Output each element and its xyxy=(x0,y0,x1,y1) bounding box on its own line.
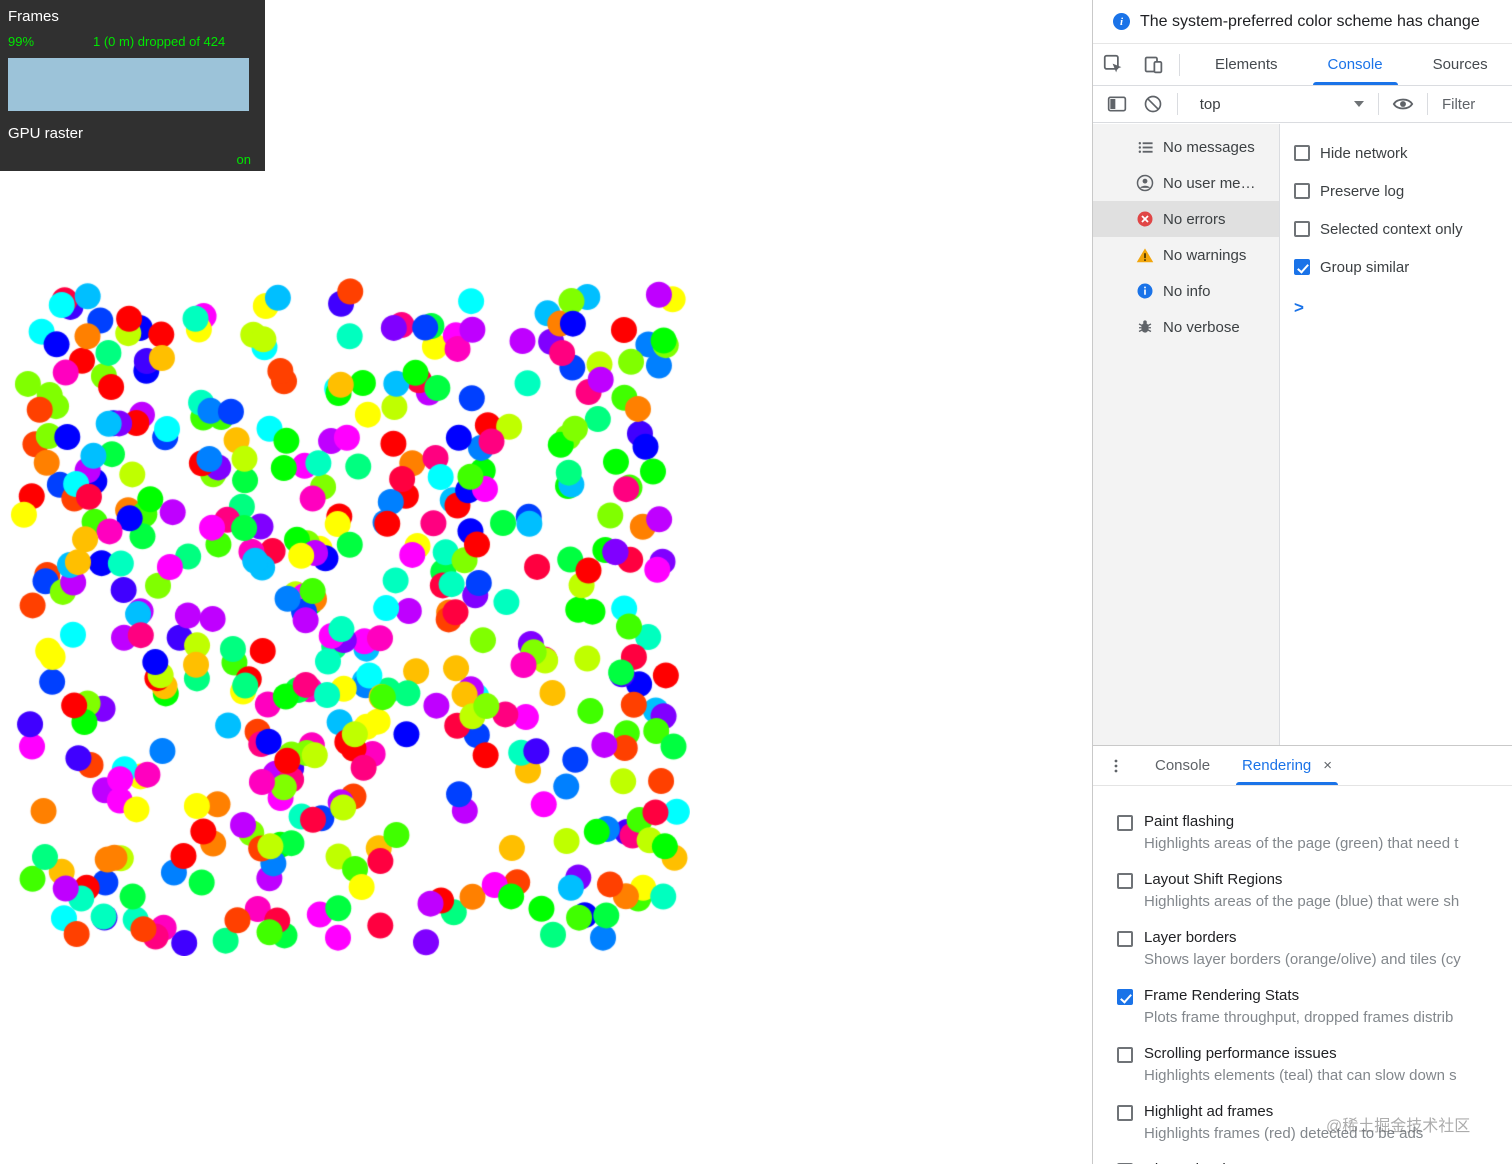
option-preserve-log[interactable]: Preserve log xyxy=(1294,172,1512,210)
option-title: Layer borders xyxy=(1144,929,1461,946)
option-description: Highlights frames (red) detected to be a… xyxy=(1144,1125,1423,1142)
page: Frames 99% 1 (0 m) dropped of 424 GPU ra… xyxy=(0,0,1512,1164)
user-icon xyxy=(1136,174,1154,192)
inspect-element-button[interactable] xyxy=(1093,44,1133,85)
sidebar-item-label: No user me… xyxy=(1163,175,1256,192)
layout-shift-checkbox[interactable] xyxy=(1117,873,1133,889)
message-list-icon xyxy=(1136,138,1154,156)
rendering-option-frame-rendering-stats[interactable]: Frame Rendering Stats Plots frame throug… xyxy=(1093,978,1512,1036)
console-body: No messages No user me… No errors xyxy=(1093,124,1512,745)
option-label: Hide network xyxy=(1320,145,1408,162)
toolbar-separator-3 xyxy=(1427,93,1428,115)
live-expression-eye-button[interactable] xyxy=(1385,93,1421,115)
rendering-option-hit-test-borders[interactable]: Hit-test borders xyxy=(1093,1152,1512,1164)
sidebar-item-label: No verbose xyxy=(1163,319,1240,336)
highlight-ad-frames-checkbox[interactable] xyxy=(1117,1105,1133,1121)
sidebar-item-no-messages[interactable]: No messages xyxy=(1093,129,1279,165)
devtools-panel: i The system-preferred color scheme has … xyxy=(1092,0,1512,1164)
sidebar-item-label: No errors xyxy=(1163,211,1226,228)
console-settings-pane: Hide network Preserve log Selected conte… xyxy=(1280,124,1512,745)
drawer-tabbar: Console Rendering × xyxy=(1093,746,1512,786)
option-label: Preserve log xyxy=(1320,183,1404,200)
drawer-menu-icon[interactable] xyxy=(1093,746,1139,785)
drawer-tab-label: Rendering xyxy=(1242,757,1311,774)
preserve-log-checkbox[interactable] xyxy=(1294,183,1310,199)
chevron-down-icon xyxy=(1354,101,1364,107)
device-toolbar-button[interactable] xyxy=(1133,44,1173,85)
context-value: top xyxy=(1200,96,1221,113)
frames-dropped: 1 (0 m) dropped of 424 xyxy=(93,34,225,49)
rendering-option-layer-borders[interactable]: Layer borders Shows layer borders (orang… xyxy=(1093,920,1512,978)
option-description: Highlights areas of the page (blue) that… xyxy=(1144,893,1459,910)
toolbar-separator-2 xyxy=(1378,93,1379,115)
infobar: i The system-preferred color scheme has … xyxy=(1093,0,1512,44)
sidebar-item-no-errors[interactable]: No errors xyxy=(1093,201,1279,237)
sidebar-item-no-user-messages[interactable]: No user me… xyxy=(1093,165,1279,201)
selected-context-checkbox[interactable] xyxy=(1294,221,1310,237)
gpu-raster-state: on xyxy=(237,152,251,167)
option-title: Highlight ad frames xyxy=(1144,1103,1423,1120)
option-description: Highlights elements (teal) that can slow… xyxy=(1144,1067,1457,1084)
gpu-raster-label: GPU raster xyxy=(8,125,257,142)
sidebar-item-no-verbose[interactable]: No verbose xyxy=(1093,309,1279,345)
console-filter-input[interactable] xyxy=(1442,96,1512,113)
frames-stats-overlay: Frames 99% 1 (0 m) dropped of 424 GPU ra… xyxy=(0,0,265,171)
clear-console-button[interactable] xyxy=(1135,94,1171,114)
option-selected-context-only[interactable]: Selected context only xyxy=(1294,210,1512,248)
option-title: Layout Shift Regions xyxy=(1144,871,1459,888)
rendering-options-list: Paint flashing Highlights areas of the p… xyxy=(1093,786,1512,1164)
hide-network-checkbox[interactable] xyxy=(1294,145,1310,161)
frames-stats-row: 99% 1 (0 m) dropped of 424 xyxy=(8,34,257,49)
option-group-similar[interactable]: Group similar xyxy=(1294,248,1512,286)
console-prompt-chevron-icon[interactable]: > xyxy=(1294,298,1512,318)
frame-rendering-stats-checkbox[interactable] xyxy=(1117,989,1133,1005)
tab-sources[interactable]: Sources xyxy=(1412,44,1509,85)
scrolling-performance-checkbox[interactable] xyxy=(1117,1047,1133,1063)
paint-flashing-checkbox[interactable] xyxy=(1117,815,1133,831)
option-description: Plots frame throughput, dropped frames d… xyxy=(1144,1009,1453,1026)
option-description: Shows layer borders (orange/olive) and t… xyxy=(1144,951,1461,968)
frames-chart xyxy=(8,58,249,111)
javascript-context-selector[interactable]: top xyxy=(1192,96,1372,113)
rendering-option-paint-flashing[interactable]: Paint flashing Highlights areas of the p… xyxy=(1093,804,1512,862)
console-toolbar: top xyxy=(1093,86,1512,123)
sidebar-item-label: No warnings xyxy=(1163,247,1246,264)
warning-icon xyxy=(1136,246,1154,264)
sidebar-item-label: No messages xyxy=(1163,139,1255,156)
frames-title: Frames xyxy=(8,8,257,25)
layer-borders-checkbox[interactable] xyxy=(1117,931,1133,947)
option-title: Scrolling performance issues xyxy=(1144,1045,1457,1062)
devtools-drawer: Console Rendering × Paint flashing Highl… xyxy=(1093,745,1512,1164)
sidebar-item-no-info[interactable]: No info xyxy=(1093,273,1279,309)
rendering-option-scrolling-performance[interactable]: Scrolling performance issues Highlights … xyxy=(1093,1036,1512,1094)
option-title: Paint flashing xyxy=(1144,813,1458,830)
drawer-tab-rendering[interactable]: Rendering × xyxy=(1226,746,1348,785)
confetti-canvas xyxy=(8,278,690,956)
toolbar-separator xyxy=(1177,93,1178,115)
option-description: Highlights areas of the page (green) tha… xyxy=(1144,835,1458,852)
option-title: Frame Rendering Stats xyxy=(1144,987,1453,1004)
close-icon[interactable]: × xyxy=(1323,757,1332,774)
tab-elements[interactable]: Elements xyxy=(1194,44,1299,85)
drawer-tab-console[interactable]: Console xyxy=(1139,746,1226,785)
verbose-bug-icon xyxy=(1136,318,1154,336)
infobar-message: The system-preferred color scheme has ch… xyxy=(1140,13,1480,31)
option-label: Group similar xyxy=(1320,259,1409,276)
tab-console[interactable]: Console xyxy=(1307,44,1404,85)
devtools-tabbar: Elements Console Sources xyxy=(1093,44,1512,86)
console-sidebar-toggle-icon[interactable] xyxy=(1099,94,1135,114)
rendering-option-highlight-ad-frames[interactable]: Highlight ad frames Highlights frames (r… xyxy=(1093,1094,1512,1152)
error-icon xyxy=(1136,210,1154,228)
sidebar-item-no-warnings[interactable]: No warnings xyxy=(1093,237,1279,273)
info-icon: i xyxy=(1113,13,1130,30)
option-hide-network[interactable]: Hide network xyxy=(1294,134,1512,172)
console-sidebar: No messages No user me… No errors xyxy=(1093,124,1280,745)
rendering-option-layout-shift[interactable]: Layout Shift Regions Highlights areas of… xyxy=(1093,862,1512,920)
info-icon-small xyxy=(1136,282,1154,300)
tabbar-separator xyxy=(1179,54,1180,76)
group-similar-checkbox[interactable] xyxy=(1294,259,1310,275)
frames-percent: 99% xyxy=(8,34,93,49)
option-label: Selected context only xyxy=(1320,221,1463,238)
sidebar-item-label: No info xyxy=(1163,283,1211,300)
